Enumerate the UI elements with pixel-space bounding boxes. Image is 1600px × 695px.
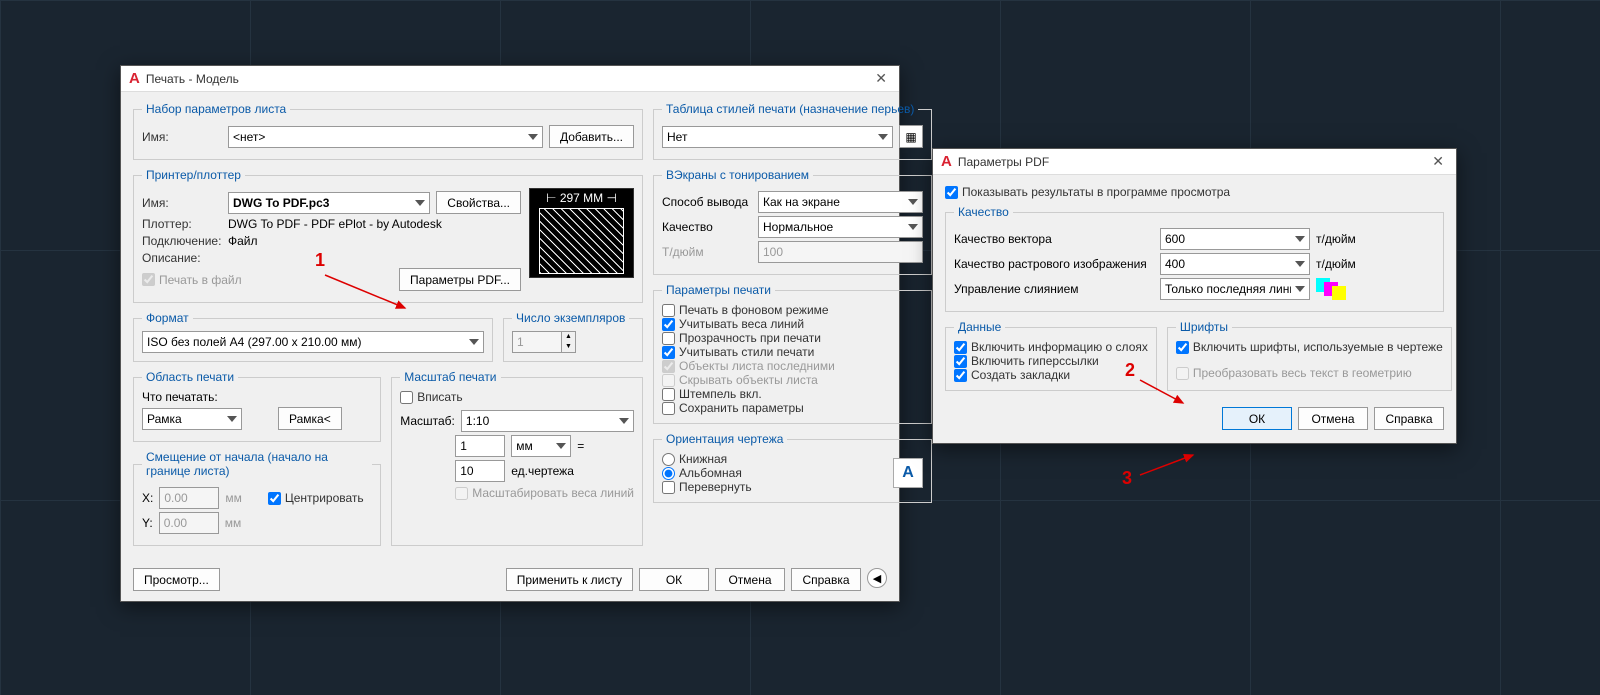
orientation-icon: A: [893, 458, 923, 488]
close-icon[interactable]: ✕: [871, 70, 891, 87]
text-to-geom-check: Преобразовать весь текст в геометрию: [1176, 366, 1443, 380]
format-group: Формат ISO без полей A4 (297.00 x 210.00…: [133, 311, 493, 362]
help-button[interactable]: Справка: [1374, 407, 1444, 430]
show-results-check[interactable]: Показывать результаты в программе просмо…: [945, 185, 1444, 199]
fonts-group: Шрифты Включить шрифты, используемые в ч…: [1167, 320, 1452, 391]
shade-method-select[interactable]: Как на экране: [758, 191, 923, 213]
bg-check[interactable]: Печать в фоновом режиме: [662, 303, 923, 317]
cancel-button[interactable]: Отмена: [1298, 407, 1368, 430]
dialog-title: Параметры PDF: [958, 155, 1428, 169]
plotstyles-check[interactable]: Учитывать стили печати: [662, 345, 923, 359]
copies-spinner[interactable]: ▲▼: [512, 331, 634, 353]
fit-check[interactable]: Вписать: [400, 390, 634, 404]
annotation-3: 3: [1122, 468, 1132, 489]
annotation-2: 2: [1125, 360, 1135, 381]
app-logo-icon: A: [129, 70, 140, 87]
offset-y-input[interactable]: [159, 512, 219, 534]
plot-area-group: Область печати Что печатать: Рамка Рамка…: [133, 370, 381, 442]
copies-group: Число экземпляров ▲▼: [503, 311, 643, 362]
scale-den-input[interactable]: [455, 460, 505, 482]
shade-quality-select[interactable]: Нормальное: [758, 216, 923, 238]
bookmarks-check[interactable]: Создать закладки: [954, 368, 1148, 382]
pdf-options-button[interactable]: Параметры PDF...: [399, 268, 521, 291]
lineweight-check[interactable]: Учитывать веса линий: [662, 317, 923, 331]
paperspace-last-check: Объекты листа последними: [662, 359, 923, 373]
collapse-icon[interactable]: ◀: [867, 568, 887, 588]
plot-style-edit-button[interactable]: ▦: [899, 125, 923, 148]
pdf-options-dialog: A Параметры PDF ✕ Показывать результаты …: [932, 148, 1457, 444]
scale-unit-select[interactable]: мм: [511, 435, 571, 457]
cancel-button[interactable]: Отмена: [715, 568, 785, 591]
portrait-radio[interactable]: Книжная: [662, 452, 885, 466]
properties-button[interactable]: Свойства...: [436, 191, 521, 214]
dpi-input: [758, 241, 923, 263]
flip-check[interactable]: Перевернуть: [662, 480, 885, 494]
print-dialog: A Печать - Модель ✕ Набор параметров лис…: [120, 65, 900, 602]
close-icon[interactable]: ✕: [1428, 153, 1448, 170]
printer-group: Принтер/плоттер Имя: DWG To PDF.pc3 Свой…: [133, 168, 643, 303]
page-setup-select[interactable]: <нет>: [228, 126, 543, 148]
paper-preview: ⊢ 297 MM ⊣: [529, 188, 634, 278]
page-setup-group: Набор параметров листа Имя: <нет> Добави…: [133, 102, 643, 160]
titlebar[interactable]: A Параметры PDF ✕: [933, 149, 1456, 175]
links-check[interactable]: Включить гиперссылки: [954, 354, 1148, 368]
offset-x-input[interactable]: [159, 487, 219, 509]
page-setup-legend: Набор параметров листа: [142, 102, 290, 116]
landscape-radio[interactable]: Альбомная: [662, 466, 885, 480]
layers-check[interactable]: Включить информацию о слоях: [954, 340, 1148, 354]
save-changes-check[interactable]: Сохранить параметры: [662, 401, 923, 415]
plot-area-select[interactable]: Рамка: [142, 408, 242, 430]
scale-select[interactable]: 1:10: [461, 410, 634, 432]
plot-options-group: Параметры печати Печать в фоновом режиме…: [653, 283, 932, 424]
hide-objects-check: Скрывать объекты листа: [662, 373, 923, 387]
help-button[interactable]: Справка: [791, 568, 861, 591]
scale-num-input[interactable]: [455, 435, 505, 457]
offset-group: Смещение от начала (начало на границе ли…: [133, 450, 381, 546]
plot-style-select[interactable]: Нет: [662, 126, 893, 148]
shaded-group: ВЭкраны с тонированием Способ выводаКак …: [653, 168, 932, 275]
merge-icon: [1316, 278, 1346, 300]
center-check[interactable]: Центрировать: [268, 491, 364, 505]
scale-group: Масштаб печати Вписать Масштаб: 1:10 мм …: [391, 370, 643, 546]
quality-group: Качество Качество вектора600т/дюйм Качес…: [945, 205, 1444, 312]
preview-button[interactable]: Просмотр...: [133, 568, 220, 591]
plot-styles-group: Таблица стилей печати (назначение перьев…: [653, 102, 932, 160]
include-fonts-check[interactable]: Включить шрифты, используемые в чертеже: [1176, 340, 1443, 354]
scale-weights-check: Масштабировать веса линий: [455, 486, 634, 500]
merge-select[interactable]: Только последняя линия: [1160, 278, 1310, 300]
name-label: Имя:: [142, 130, 222, 144]
annotation-1: 1: [315, 250, 325, 271]
format-select[interactable]: ISO без полей A4 (297.00 x 210.00 мм): [142, 331, 484, 353]
raster-quality-select[interactable]: 400: [1160, 253, 1310, 275]
ok-button[interactable]: ОК: [1222, 407, 1292, 430]
orientation-group: Ориентация чертежа Книжная Альбомная Пер…: [653, 432, 932, 503]
vector-quality-select[interactable]: 600: [1160, 228, 1310, 250]
printer-select[interactable]: DWG To PDF.pc3: [228, 192, 430, 214]
transparency-check[interactable]: Прозрачность при печати: [662, 331, 923, 345]
plot-to-file-check: Печать в файл: [142, 273, 242, 287]
add-button[interactable]: Добавить...: [549, 125, 634, 148]
window-button[interactable]: Рамка<: [278, 407, 342, 430]
apply-button[interactable]: Применить к листу: [506, 568, 633, 591]
app-logo-icon: A: [941, 153, 952, 170]
ok-button[interactable]: ОК: [639, 568, 709, 591]
dialog-title: Печать - Модель: [146, 72, 871, 86]
titlebar[interactable]: A Печать - Модель ✕: [121, 66, 899, 92]
stamp-check[interactable]: Штемпель вкл.: [662, 387, 923, 401]
